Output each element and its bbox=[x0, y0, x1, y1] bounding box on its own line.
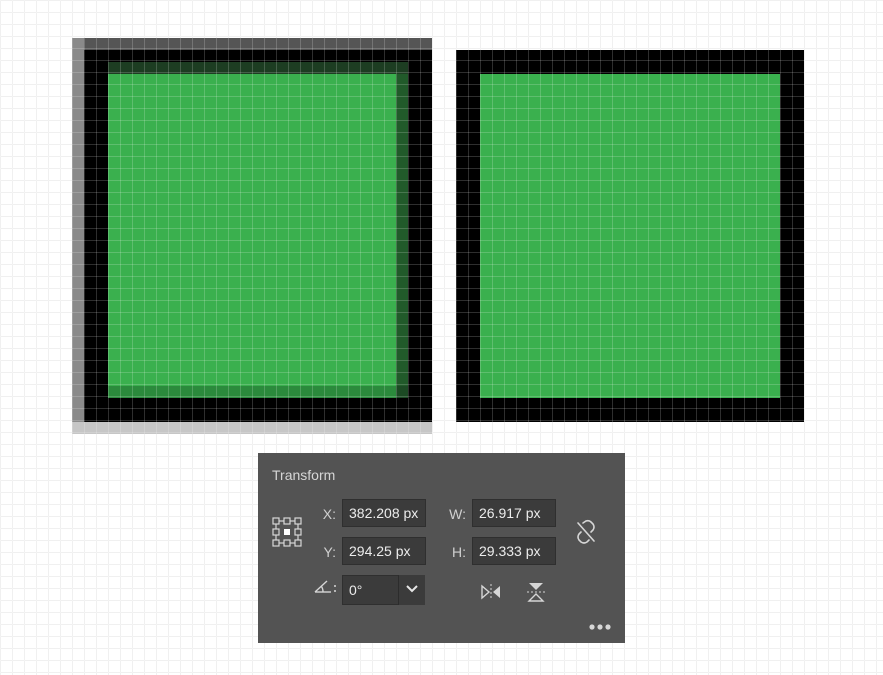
y-field[interactable]: 294.25 px bbox=[342, 537, 426, 565]
transform-panel: Transform X: 382.208 px Y: 294.25 px W: … bbox=[258, 453, 625, 643]
left-square-left-shadow[interactable] bbox=[72, 38, 84, 434]
y-label: Y: bbox=[323, 544, 336, 560]
rotate-angle-icon bbox=[313, 578, 339, 596]
left-square-bottom-shadow[interactable] bbox=[72, 422, 432, 434]
right-square-green-fill[interactable] bbox=[480, 74, 780, 398]
left-square-inner-corner-shadow[interactable] bbox=[396, 386, 408, 398]
broken-link-icon[interactable] bbox=[574, 519, 598, 550]
left-square-inner-right-shadow[interactable] bbox=[396, 74, 408, 386]
h-label: H: bbox=[452, 544, 466, 560]
angle-dropdown-button[interactable] bbox=[398, 575, 425, 605]
left-square-inner-bottom-shadow[interactable] bbox=[108, 386, 396, 398]
height-field[interactable]: 29.333 px bbox=[472, 537, 556, 565]
reference-point-icon[interactable] bbox=[272, 517, 302, 547]
left-square-inner-top-shadow[interactable] bbox=[108, 62, 408, 74]
left-square-green-fill[interactable] bbox=[108, 74, 396, 386]
left-square-top-shadow[interactable] bbox=[72, 38, 432, 50]
flip-horizontal-icon[interactable] bbox=[480, 583, 502, 606]
width-field[interactable]: 26.917 px bbox=[472, 499, 556, 527]
flip-vertical-icon[interactable] bbox=[526, 581, 546, 608]
more-options-icon[interactable] bbox=[589, 618, 611, 636]
x-field[interactable]: 382.208 px bbox=[342, 499, 426, 527]
panel-title: Transform bbox=[272, 467, 336, 483]
chevron-down-icon bbox=[406, 585, 418, 593]
w-label: W: bbox=[449, 506, 466, 522]
x-label: X: bbox=[322, 506, 336, 522]
